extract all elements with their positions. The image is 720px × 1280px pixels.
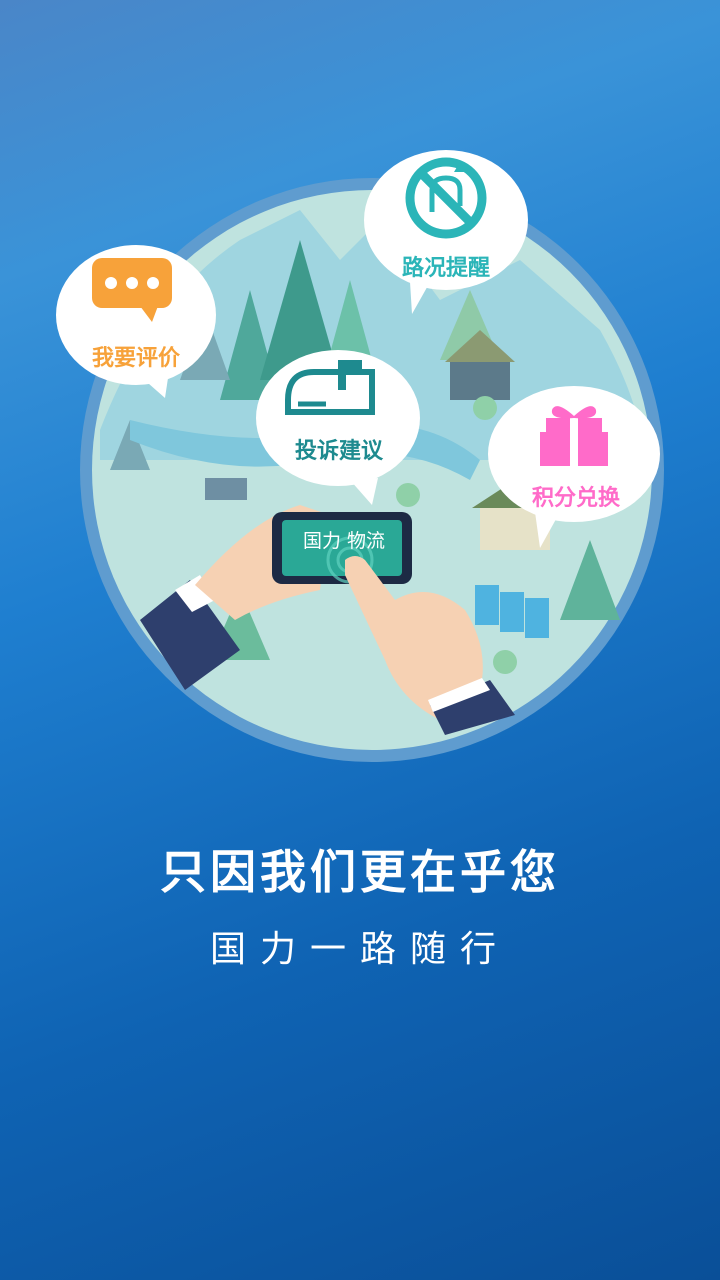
splash-screen: 我要评价 路况提醒 投诉建议 积分兑换 国力 物流 只因我们更在乎您 国力一路随… [0,0,720,1280]
phone-screen-text: 国力 物流 [302,530,386,552]
hero-illustration [56,150,664,762]
slogan-main: 只因我们更在乎您 [160,845,560,899]
traffic-label: 路况提醒 [401,256,490,281]
review-label: 我要评价 [91,346,180,371]
complaint-label: 投诉建议 [294,439,383,464]
slogan-sub: 国力一路随行 [209,929,510,970]
points-label: 积分兑换 [531,486,620,511]
